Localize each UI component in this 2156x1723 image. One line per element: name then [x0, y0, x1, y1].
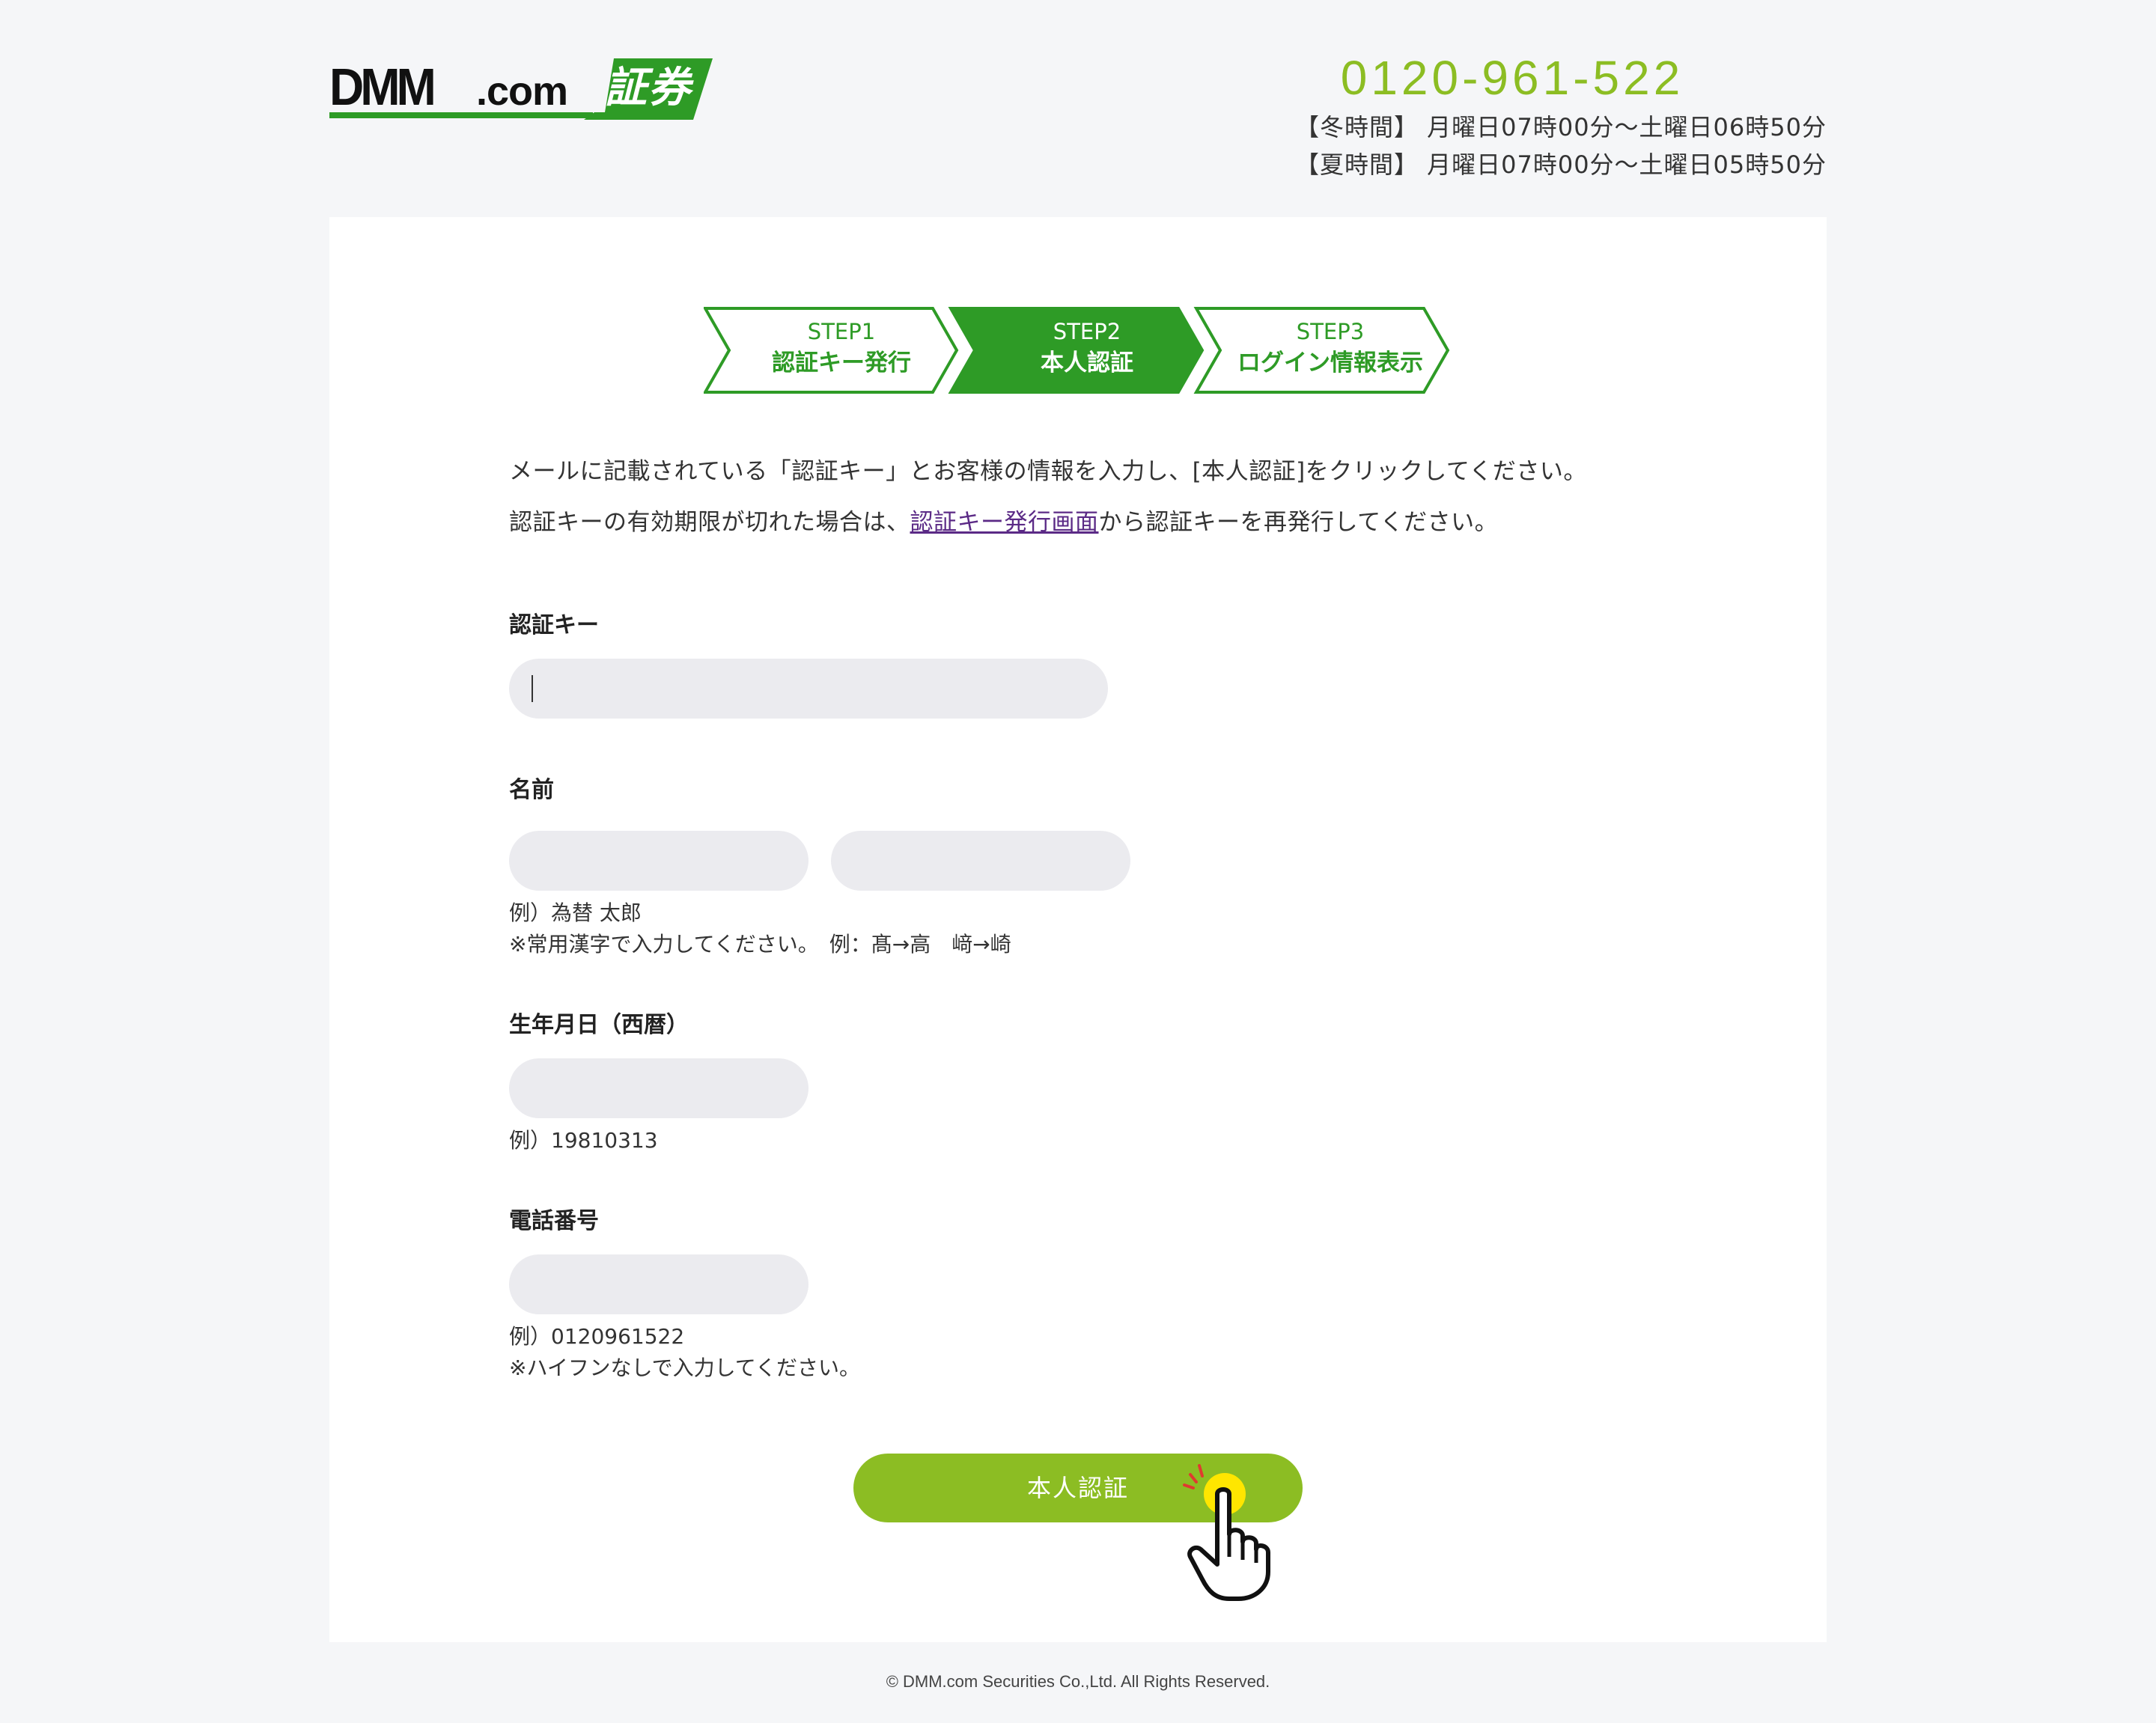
phone-hyphen-note: ※ハイフンなしで入力してください。 — [509, 1355, 860, 1380]
step1-label: STEP1 認証キー発行 — [729, 316, 954, 379]
intro-expiry-note: 認証キーの有効期限が切れた場合は、認証キー発行画面から認証キーを再発行してくださ… — [509, 506, 1498, 539]
text-caret — [532, 675, 533, 702]
birthdate-input[interactable] — [509, 1058, 808, 1118]
dmm-logo[interactable]: DMM .com 証券 — [329, 58, 713, 120]
step2-name: 本人認証 — [1041, 350, 1133, 376]
name-kanji-note: ※常用漢字で入力してください。 例：髙→高 﨑→崎 — [509, 932, 1011, 957]
logo-underline — [329, 112, 593, 118]
intro-instructions: メールに記載されている「認証キー」とお客様の情報を入力し、[本人認証]をクリック… — [509, 458, 1587, 485]
logo-badge-text: 証券 — [605, 64, 692, 112]
reissue-key-link[interactable]: 認証キー発行画面 — [910, 509, 1099, 536]
step1-number: STEP1 — [807, 319, 876, 344]
auth-key-label: 認証キー — [509, 612, 599, 638]
winter-hours: 【冬時間】 月曜日07時00分～土曜日06時50分 — [1294, 113, 1827, 141]
auth-key-input[interactable] — [509, 659, 1108, 719]
intro-expiry-text: 認証キーの有効期限が切れた場合は、 — [509, 509, 910, 536]
name-label: 名前 — [509, 777, 554, 803]
step3-name: ログイン情報表示 — [1237, 350, 1423, 376]
last-name-input[interactable] — [509, 831, 808, 891]
logo-dotcom-text: .com — [476, 69, 568, 114]
birthdate-example: 例）19810313 — [509, 1128, 658, 1153]
summer-hours: 【夏時間】 月曜日07時00分～土曜日05時50分 — [1294, 150, 1827, 179]
step-indicator: STEP1 認証キー発行 STEP2 本人認証 STEP3 ログイン情報表示 — [704, 307, 1452, 394]
intro-expiry-text-end: から認証キーを再発行してください。 — [1098, 509, 1499, 536]
logo-dmm-text: DMM — [329, 58, 436, 116]
step1-name: 認証キー発行 — [772, 350, 911, 376]
support-phone-number: 0120-961-522 — [1340, 51, 1684, 105]
step2-label: STEP2 本人認証 — [975, 316, 1199, 379]
first-name-input[interactable] — [831, 831, 1130, 891]
step3-label: STEP3 ログイン情報表示 — [1207, 316, 1454, 379]
step2-number: STEP2 — [1053, 319, 1121, 344]
phone-input[interactable] — [509, 1254, 808, 1314]
birthdate-label: 生年月日（西暦） — [509, 1012, 689, 1038]
pointing-hand-icon — [1183, 1464, 1270, 1601]
step3-number: STEP3 — [1296, 319, 1365, 344]
copyright: © DMM.com Securities Co.,Ltd. All Rights… — [886, 1672, 1270, 1691]
name-example: 例）為替 太郎 — [509, 900, 642, 925]
phone-label: 電話番号 — [509, 1208, 599, 1234]
phone-example: 例）0120961522 — [509, 1324, 685, 1349]
